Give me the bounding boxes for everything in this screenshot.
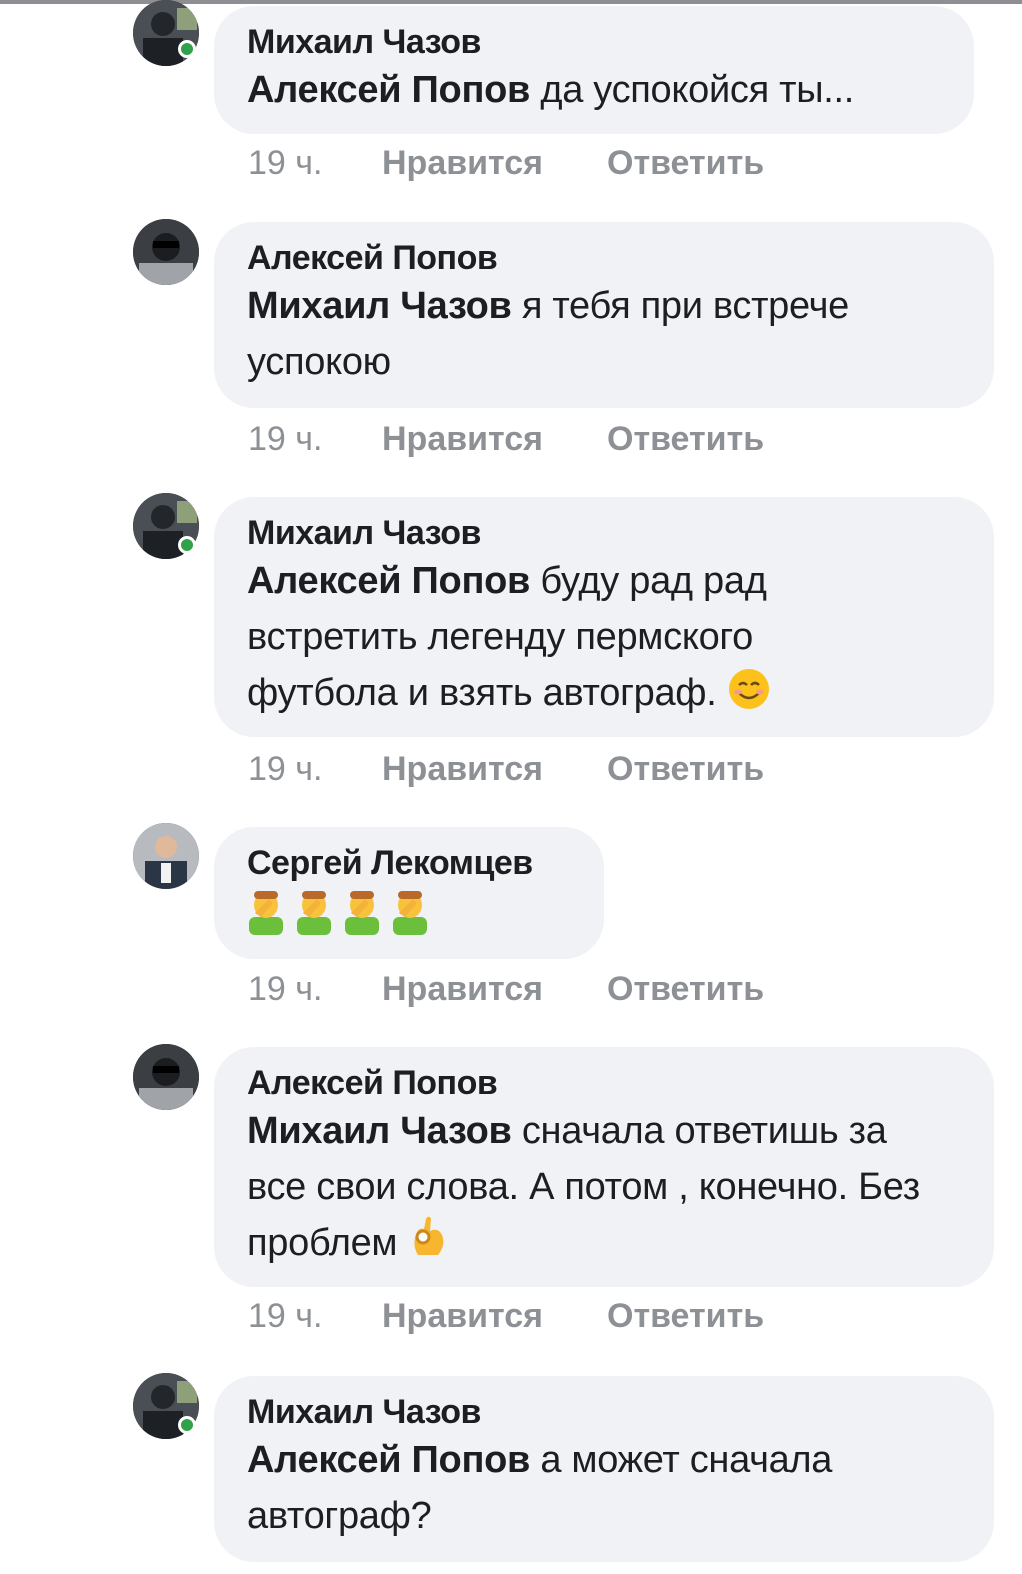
comment-author[interactable]: Алексей Попов xyxy=(247,1063,960,1103)
mention-link[interactable]: Алексей Попов xyxy=(247,1439,530,1481)
comment-author[interactable]: Михаил Чазов xyxy=(247,1392,960,1432)
comment-time[interactable]: 19 ч. xyxy=(248,420,382,459)
comment-author[interactable]: Михаил Чазов xyxy=(247,513,960,553)
comment-bubble: Михаил Чазов Алексей Попов да успокойся … xyxy=(214,6,974,134)
comment-text: Алексей Попов а может сначала автограф? xyxy=(247,1432,947,1544)
mention-link[interactable]: Михаил Чазов xyxy=(247,285,512,327)
reply-button[interactable]: Ответить xyxy=(607,750,764,789)
smiling-face-emoji xyxy=(727,667,771,727)
mention-link[interactable]: Михаил Чазов xyxy=(247,1110,512,1152)
comment-bubble: Михаил Чазов Алексей Попов а может снача… xyxy=(214,1376,994,1562)
comment-bubble: Сергей Лекомцев xyxy=(214,827,604,959)
comment-actions: 19 ч. Нравится Ответить xyxy=(248,1297,764,1336)
comment-author[interactable]: Сергей Лекомцев xyxy=(247,843,570,883)
comment-time[interactable]: 19 ч. xyxy=(248,1297,382,1336)
reply-button[interactable]: Ответить xyxy=(607,1297,764,1336)
like-button[interactable]: Нравится xyxy=(382,420,607,459)
comment-text: Алексей Попов буду рад рад встретить лег… xyxy=(247,553,867,727)
comment-text: Михаил Чазов сначала ответишь за все сво… xyxy=(247,1103,937,1277)
like-button[interactable]: Нравится xyxy=(382,144,607,183)
like-button[interactable]: Нравится xyxy=(382,970,607,1009)
man-facepalming-emoji xyxy=(343,887,381,940)
online-status-dot xyxy=(178,536,196,554)
facepalm-emoji-row xyxy=(247,883,570,943)
like-button[interactable]: Нравится xyxy=(382,1297,607,1336)
man-facepalming-emoji xyxy=(247,887,285,940)
avatar[interactable] xyxy=(133,1044,199,1110)
online-status-dot xyxy=(178,40,196,58)
comment-text: Михаил Чазов я тебя при встрече успокою xyxy=(247,278,947,390)
avatar[interactable] xyxy=(133,823,199,889)
man-facepalming-emoji xyxy=(295,887,333,940)
comment-bubble: Алексей Попов Михаил Чазов сначала ответ… xyxy=(214,1047,994,1287)
comment-text: Алексей Попов да успокойся ты... xyxy=(247,62,940,118)
comment-actions: 19 ч. Нравится Ответить xyxy=(248,420,764,459)
comment-author[interactable]: Михаил Чазов xyxy=(247,22,940,62)
reply-button[interactable]: Ответить xyxy=(607,420,764,459)
comment-time[interactable]: 19 ч. xyxy=(248,750,382,789)
ok-hand-emoji xyxy=(408,1215,448,1277)
man-facepalming-emoji xyxy=(391,887,429,940)
online-status-dot xyxy=(178,1416,196,1434)
like-button[interactable]: Нравится xyxy=(382,750,607,789)
reply-button[interactable]: Ответить xyxy=(607,970,764,1009)
comment-time[interactable]: 19 ч. xyxy=(248,144,382,183)
comment-actions: 19 ч. Нравится Ответить xyxy=(248,144,764,183)
comment-body: да успокойся ты... xyxy=(540,69,855,111)
comment-actions: 19 ч. Нравится Ответить xyxy=(248,750,764,789)
mention-link[interactable]: Алексей Попов xyxy=(247,560,530,602)
avatar[interactable] xyxy=(133,219,199,285)
comment-bubble: Михаил Чазов Алексей Попов буду рад рад … xyxy=(214,497,994,737)
mention-link[interactable]: Алексей Попов xyxy=(247,69,530,111)
comment-bubble: Алексей Попов Михаил Чазов я тебя при вс… xyxy=(214,222,994,408)
comment-time[interactable]: 19 ч. xyxy=(248,970,382,1009)
comment-actions: 19 ч. Нравится Ответить xyxy=(248,970,764,1009)
reply-button[interactable]: Ответить xyxy=(607,144,764,183)
comment-author[interactable]: Алексей Попов xyxy=(247,238,960,278)
